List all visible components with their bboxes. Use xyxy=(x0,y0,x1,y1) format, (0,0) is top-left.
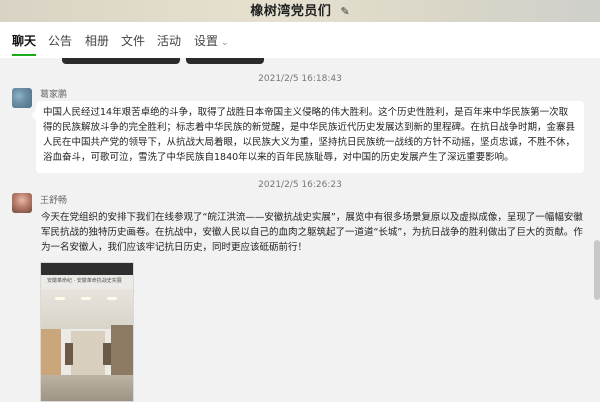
sender-name: 王舒畅 xyxy=(40,196,68,206)
tab-files[interactable]: 文件 xyxy=(121,32,145,49)
title-bar: 橡树湾党员们 ✎ xyxy=(0,0,600,22)
image-caption: 安徽革命纪 · 安徽革命抗战史实展 xyxy=(47,278,122,284)
previous-content-strip xyxy=(0,58,600,68)
tab-chat[interactable]: 聊天 xyxy=(12,32,36,49)
chevron-down-icon: ⌄ xyxy=(221,38,229,48)
avatar[interactable] xyxy=(12,88,32,108)
scrollbar[interactable] xyxy=(594,240,600,300)
message-text: 今天在党组织的安排下我们在线参观了“皖江洪流——安徽抗战史实展”，展览中有很多场… xyxy=(41,212,583,253)
exhibit-ceiling xyxy=(41,289,133,329)
light-icon xyxy=(107,297,117,300)
message-bubble[interactable]: 今天在党组织的安排下我们在线参观了“皖江洪流——安徽抗战史实展”，展览中有很多场… xyxy=(34,206,590,262)
exhibit-panel xyxy=(103,343,111,365)
tab-activities[interactable]: 活动 xyxy=(157,32,181,49)
active-tab-indicator xyxy=(12,54,36,56)
message-text: 中国人民经过14年艰苦卓绝的斗争，取得了战胜日本帝国主义侵略的伟大胜利。这个历史… xyxy=(43,107,576,163)
light-icon xyxy=(55,297,65,300)
exhibit-floor xyxy=(41,375,133,401)
previous-content-block xyxy=(186,58,264,64)
exhibit-corridor xyxy=(71,331,105,375)
avatar[interactable] xyxy=(12,193,32,213)
group-title: 橡树湾党员们 xyxy=(250,4,332,19)
edit-icon[interactable]: ✎ xyxy=(340,5,349,18)
tab-announcement[interactable]: 公告 xyxy=(48,32,72,49)
light-icon xyxy=(81,297,91,300)
exhibit-panel xyxy=(65,343,73,365)
tab-settings[interactable]: 设置 ⌄ xyxy=(194,32,229,49)
message-timestamp: 2021/2/5 16:18:43 xyxy=(258,74,342,84)
message-bubble[interactable]: 中国人民经过14年艰苦卓绝的斗争，取得了战胜日本帝国主义侵略的伟大胜利。这个历史… xyxy=(31,101,584,173)
tab-bar: 聊天 公告 相册 文件 活动 设置 ⌄ xyxy=(0,22,600,59)
image-header-bar xyxy=(41,263,133,275)
sender-name: 葛家鹏 xyxy=(40,90,68,100)
previous-content-block xyxy=(62,58,180,64)
message-timestamp: 2021/2/5 16:26:23 xyxy=(258,180,342,190)
image-message[interactable]: 安徽革命纪 · 安徽革命抗战史实展 xyxy=(40,262,134,402)
tab-settings-label: 设置 xyxy=(194,34,219,48)
tab-album[interactable]: 相册 xyxy=(85,32,109,49)
